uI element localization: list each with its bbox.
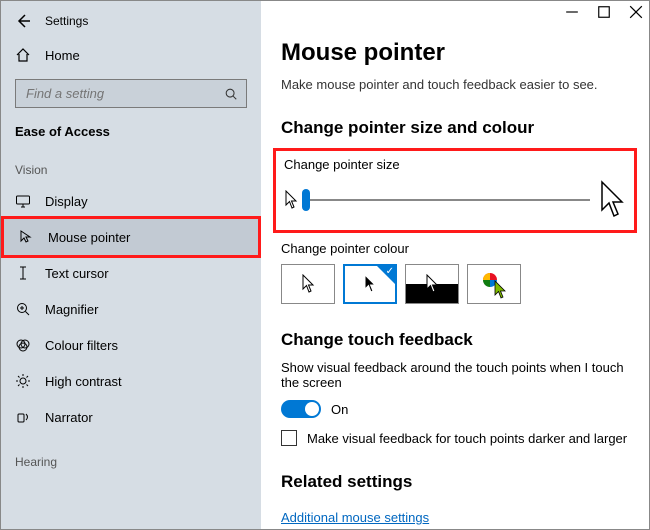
text-cursor-icon <box>15 265 31 281</box>
sidebar-item-magnifier[interactable]: Magnifier <box>1 291 261 327</box>
search-icon <box>224 87 238 101</box>
sidebar: Settings Home Ease of Access Vision Disp… <box>1 1 261 529</box>
group-hearing: Hearing <box>1 435 261 475</box>
home-icon <box>15 47 31 63</box>
toggle-state: On <box>331 402 348 417</box>
display-icon <box>15 193 31 209</box>
home-label: Home <box>45 48 80 63</box>
magnifier-icon <box>15 301 31 317</box>
change-size-label: Change pointer size <box>284 157 626 172</box>
sidebar-item-high-contrast[interactable]: High contrast <box>1 363 261 399</box>
page-title: Mouse pointer <box>281 39 629 67</box>
touch-desc: Show visual feedback around the touch po… <box>281 360 629 390</box>
additional-mouse-settings-link[interactable]: Additional mouse settings <box>281 510 429 525</box>
pointer-size-slider[interactable] <box>306 199 590 201</box>
change-colour-label: Change pointer colour <box>281 241 629 256</box>
pointer-colour-black[interactable] <box>343 264 397 304</box>
slider-thumb[interactable] <box>302 189 310 211</box>
search-input[interactable] <box>24 85 224 102</box>
toggle-knob <box>305 402 319 416</box>
category-label: Ease of Access <box>1 116 261 143</box>
mouse-pointer-icon <box>18 229 34 245</box>
colour-filters-icon <box>15 337 31 353</box>
narrator-icon <box>15 409 31 425</box>
high-contrast-icon <box>15 373 31 389</box>
sidebar-item-mouse-pointer[interactable]: Mouse pointer <box>1 216 261 258</box>
page-subtitle: Make mouse pointer and touch feedback ea… <box>281 77 629 92</box>
touch-feedback-toggle[interactable] <box>281 400 321 418</box>
sidebar-item-narrator[interactable]: Narrator <box>1 399 261 435</box>
section-size-colour: Change pointer size and colour <box>281 118 629 138</box>
sidebar-item-display[interactable]: Display <box>1 183 261 219</box>
section-touch: Change touch feedback <box>281 330 629 350</box>
search-input-container[interactable] <box>15 79 247 108</box>
pointer-colour-white[interactable] <box>281 264 335 304</box>
content-pane: Mouse pointer Make mouse pointer and tou… <box>261 1 649 529</box>
cursor-small-icon <box>284 190 298 210</box>
back-icon[interactable] <box>15 13 31 29</box>
pointer-size-highlight: Change pointer size <box>273 148 637 233</box>
darker-larger-checkbox[interactable] <box>281 430 297 446</box>
sidebar-item-colour-filters[interactable]: Colour filters <box>1 327 261 363</box>
selected-check-icon <box>377 266 395 284</box>
section-related: Related settings <box>281 472 629 492</box>
app-title: Settings <box>45 14 88 28</box>
sidebar-item-text-cursor[interactable]: Text cursor <box>1 255 261 291</box>
pointer-colour-inverted[interactable] <box>405 264 459 304</box>
minimize-button[interactable] <box>565 5 579 19</box>
cursor-large-icon <box>598 180 626 220</box>
sidebar-item-home[interactable]: Home <box>1 39 261 71</box>
group-vision: Vision <box>1 143 261 183</box>
pointer-colour-custom[interactable] <box>467 264 521 304</box>
close-button[interactable] <box>629 5 643 19</box>
checkbox-label: Make visual feedback for touch points da… <box>307 431 627 446</box>
maximize-button[interactable] <box>597 5 611 19</box>
